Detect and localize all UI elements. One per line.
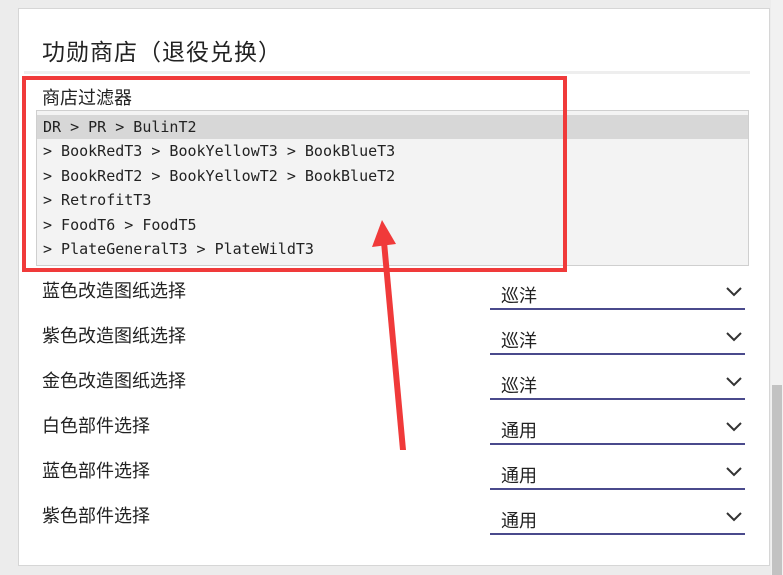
select-value: 巡洋 xyxy=(501,376,537,397)
select-value: 巡洋 xyxy=(501,331,537,352)
chevron-down-icon xyxy=(726,467,742,477)
setting-label-purple-blueprint: 紫色改造图纸选择 xyxy=(42,326,186,347)
chevron-down-icon xyxy=(726,422,742,432)
annotation-highlight-box xyxy=(22,76,567,272)
scrollbar-thumb[interactable] xyxy=(772,385,782,575)
setting-label-white-part: 白色部件选择 xyxy=(42,416,150,437)
chevron-down-icon xyxy=(726,512,742,522)
title-divider xyxy=(24,71,750,74)
select-blue-blueprint[interactable]: 巡洋 xyxy=(490,276,745,310)
select-gold-blueprint[interactable]: 巡洋 xyxy=(490,366,745,400)
setting-label-blue-blueprint: 蓝色改造图纸选择 xyxy=(42,281,186,302)
select-purple-blueprint[interactable]: 巡洋 xyxy=(490,321,745,355)
setting-label-blue-part: 蓝色部件选择 xyxy=(42,461,150,482)
setting-label-purple-part: 紫色部件选择 xyxy=(42,506,150,527)
select-value: 通用 xyxy=(501,466,537,487)
setting-label-gold-blueprint: 金色改造图纸选择 xyxy=(42,371,186,392)
chevron-down-icon xyxy=(726,377,742,387)
select-value: 通用 xyxy=(501,511,537,532)
chevron-down-icon xyxy=(726,332,742,342)
select-purple-part[interactable]: 通用 xyxy=(490,501,745,535)
select-value: 通用 xyxy=(501,421,537,442)
scrollbar[interactable] xyxy=(771,0,783,575)
select-blue-part[interactable]: 通用 xyxy=(490,456,745,490)
chevron-down-icon xyxy=(726,287,742,297)
page-title: 功勋商店（退役兑换） xyxy=(42,40,282,66)
select-white-part[interactable]: 通用 xyxy=(490,411,745,445)
select-value: 巡洋 xyxy=(501,286,537,307)
